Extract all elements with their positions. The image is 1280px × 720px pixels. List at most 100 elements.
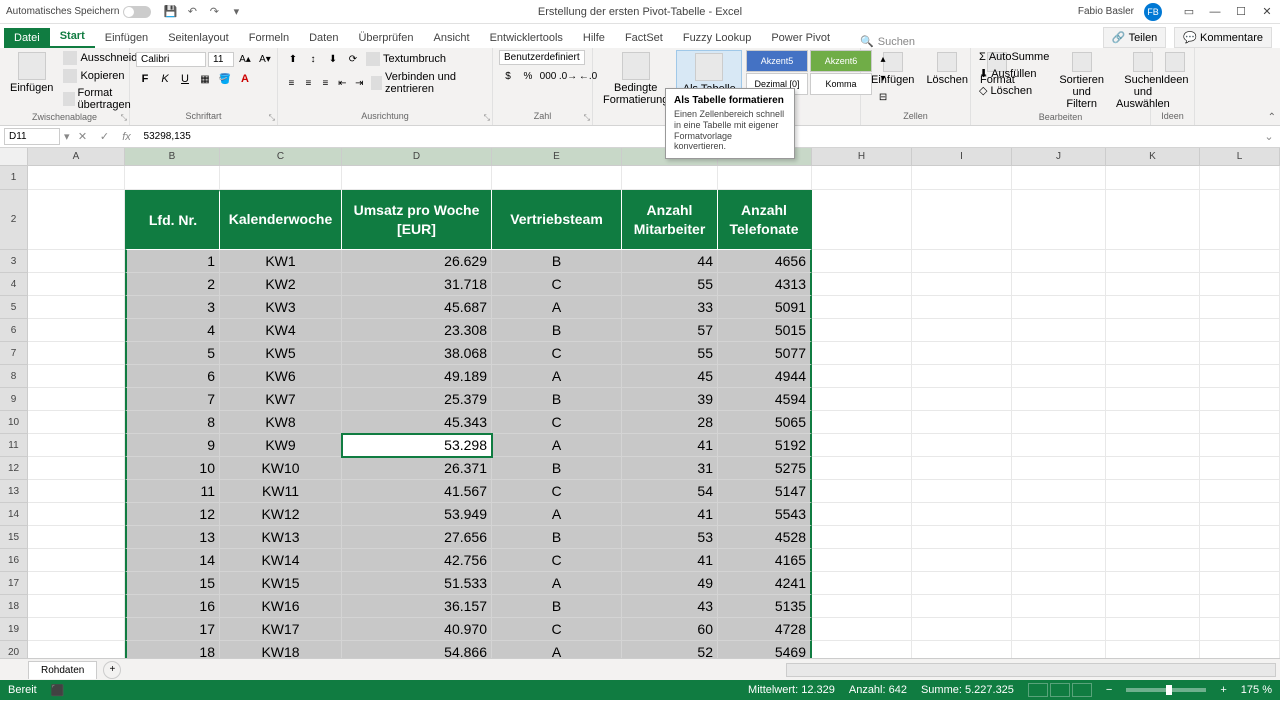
cell[interactable] xyxy=(1012,595,1106,618)
row-header[interactable]: 11 xyxy=(0,434,28,457)
cell[interactable]: 45.687 xyxy=(342,296,492,319)
col-header-I[interactable]: I xyxy=(912,148,1012,165)
cell[interactable]: 49 xyxy=(622,572,718,595)
cell[interactable] xyxy=(1012,388,1106,411)
number-dialog-icon[interactable]: ⤡ xyxy=(584,113,590,123)
cell[interactable]: 27.656 xyxy=(342,526,492,549)
minimize-icon[interactable]: — xyxy=(1208,5,1222,19)
cell[interactable]: 41 xyxy=(622,434,718,457)
cell[interactable] xyxy=(1012,503,1106,526)
cell[interactable]: A xyxy=(492,296,622,319)
cell[interactable] xyxy=(28,549,125,572)
cell[interactable]: 31 xyxy=(622,457,718,480)
zoom-in-icon[interactable]: + xyxy=(1220,684,1226,696)
cell[interactable]: KW12 xyxy=(220,503,342,526)
cell[interactable]: KW6 xyxy=(220,365,342,388)
cell[interactable] xyxy=(1200,480,1280,503)
cell[interactable]: 40.970 xyxy=(342,618,492,641)
cell[interactable]: 5 xyxy=(125,342,220,365)
cell[interactable] xyxy=(812,319,912,342)
cell[interactable] xyxy=(28,434,125,457)
cell[interactable]: KW7 xyxy=(220,388,342,411)
conditional-format-button[interactable]: Bedingte Formatierung xyxy=(599,50,672,108)
cell[interactable] xyxy=(1012,273,1106,296)
cell[interactable]: 4 xyxy=(125,319,220,342)
clipboard-dialog-icon[interactable]: ⤡ xyxy=(121,113,127,123)
style-scroll-up-icon[interactable]: ▴ xyxy=(874,50,892,68)
cell[interactable]: 5543 xyxy=(718,503,812,526)
font-select[interactable]: Calibri xyxy=(136,52,206,67)
cell[interactable]: 13 xyxy=(125,526,220,549)
cell[interactable] xyxy=(912,342,1012,365)
cell[interactable] xyxy=(912,503,1012,526)
cell[interactable] xyxy=(1106,296,1200,319)
align-right-icon[interactable]: ≡ xyxy=(318,74,333,92)
cell[interactable]: Lfd. Nr. xyxy=(125,190,220,250)
cell[interactable] xyxy=(1012,296,1106,319)
tab-developer[interactable]: Entwicklertools xyxy=(480,28,573,48)
ribbon-options-icon[interactable]: ▭ xyxy=(1182,5,1196,19)
cell[interactable] xyxy=(912,411,1012,434)
cell[interactable] xyxy=(912,480,1012,503)
cell[interactable]: 4656 xyxy=(718,250,812,273)
cell[interactable]: 3 xyxy=(125,296,220,319)
indent-dec-icon[interactable]: ⇤ xyxy=(335,74,350,92)
cell[interactable] xyxy=(28,457,125,480)
col-header-J[interactable]: J xyxy=(1012,148,1106,165)
row-header[interactable]: 7 xyxy=(0,342,28,365)
cell[interactable]: 57 xyxy=(622,319,718,342)
cell[interactable]: 52 xyxy=(622,641,718,658)
cell[interactable]: A xyxy=(492,641,622,658)
cell[interactable] xyxy=(812,190,912,250)
cell[interactable]: 16 xyxy=(125,595,220,618)
cell[interactable] xyxy=(1200,572,1280,595)
orientation-icon[interactable]: ⟳ xyxy=(344,50,362,68)
cell[interactable] xyxy=(28,503,125,526)
cell[interactable] xyxy=(1106,526,1200,549)
cell[interactable] xyxy=(28,388,125,411)
cell[interactable] xyxy=(1106,480,1200,503)
cell[interactable]: 23.308 xyxy=(342,319,492,342)
cell[interactable] xyxy=(912,296,1012,319)
cell[interactable]: KW11 xyxy=(220,480,342,503)
autosum-button[interactable]: ΣAutoSumme xyxy=(977,50,1051,64)
cell[interactable] xyxy=(1106,250,1200,273)
cell[interactable] xyxy=(28,319,125,342)
cell[interactable]: 5135 xyxy=(718,595,812,618)
italic-button[interactable]: K xyxy=(156,70,174,88)
cell[interactable]: 4241 xyxy=(718,572,812,595)
undo-icon[interactable]: ↶ xyxy=(185,5,199,19)
cell[interactable]: C xyxy=(492,273,622,296)
row-header[interactable]: 18 xyxy=(0,595,28,618)
cell[interactable] xyxy=(1012,365,1106,388)
cell[interactable] xyxy=(812,526,912,549)
cell[interactable] xyxy=(28,411,125,434)
cell[interactable] xyxy=(812,296,912,319)
row-header[interactable]: 15 xyxy=(0,526,28,549)
cell[interactable] xyxy=(28,526,125,549)
cell[interactable] xyxy=(1200,250,1280,273)
redo-icon[interactable]: ↷ xyxy=(207,5,221,19)
cell[interactable]: 4528 xyxy=(718,526,812,549)
merge-center-button[interactable]: Verbinden und zentrieren xyxy=(369,70,486,96)
cell[interactable] xyxy=(28,595,125,618)
cell[interactable] xyxy=(1012,342,1106,365)
cell[interactable]: KW18 xyxy=(220,641,342,658)
expand-formula-icon[interactable]: ⌄ xyxy=(1262,130,1276,143)
fill-button[interactable]: ⬇Ausfüllen xyxy=(977,66,1051,81)
cell[interactable]: KW2 xyxy=(220,273,342,296)
cell[interactable]: KW4 xyxy=(220,319,342,342)
cell[interactable] xyxy=(28,365,125,388)
cell[interactable]: KW16 xyxy=(220,595,342,618)
cell[interactable] xyxy=(28,273,125,296)
cell[interactable]: 4313 xyxy=(718,273,812,296)
row-header[interactable]: 20 xyxy=(0,641,28,658)
align-left-icon[interactable]: ≡ xyxy=(284,74,299,92)
row-header[interactable]: 8 xyxy=(0,365,28,388)
cell[interactable] xyxy=(812,480,912,503)
col-header-H[interactable]: H xyxy=(812,148,912,165)
cell[interactable]: 55 xyxy=(622,273,718,296)
cell[interactable] xyxy=(812,457,912,480)
col-header-K[interactable]: K xyxy=(1106,148,1200,165)
cell[interactable] xyxy=(1106,190,1200,250)
